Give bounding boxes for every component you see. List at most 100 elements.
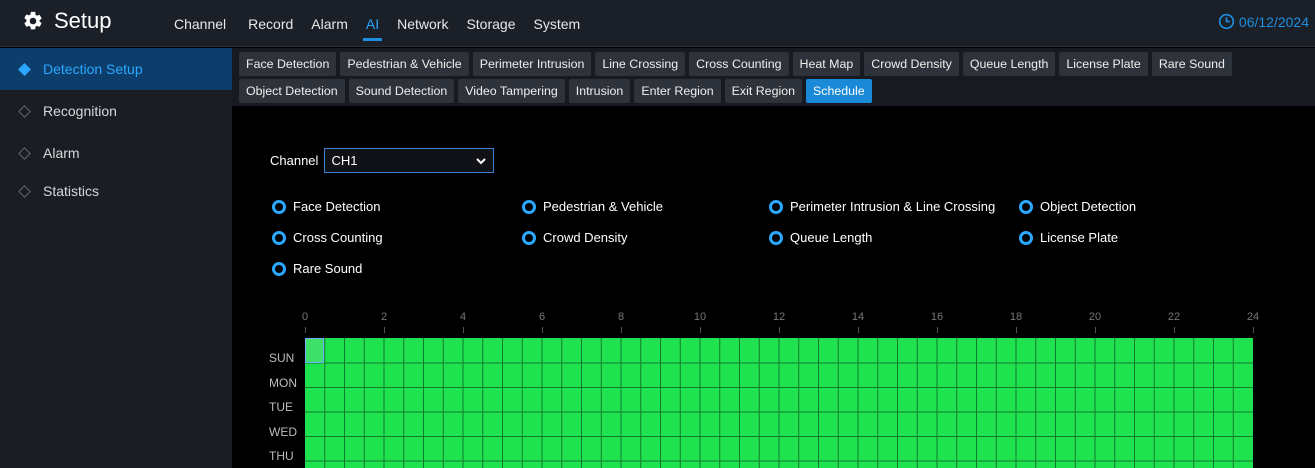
tab-perimeter-intrusion[interactable]: Perimeter Intrusion [472, 52, 592, 76]
date-display: 06/12/2024 [1218, 13, 1309, 30]
day-label-thu: THU [269, 449, 294, 463]
menu-system[interactable]: System [525, 0, 590, 47]
clock-icon [1218, 13, 1235, 30]
menu-alarm[interactable]: Alarm [302, 0, 357, 47]
radio-object-detection[interactable]: Object Detection [1019, 199, 1136, 214]
radio-label: License Plate [1040, 230, 1119, 245]
hour-tick [937, 327, 938, 333]
tab-license-plate[interactable]: License Plate [1059, 52, 1148, 76]
channel-value: CH1 [331, 153, 358, 168]
tab-enter-region[interactable]: Enter Region [634, 79, 721, 103]
tab-exit-region[interactable]: Exit Region [724, 79, 803, 103]
tab-object-detection[interactable]: Object Detection [239, 79, 345, 103]
tab-sound-detection[interactable]: Sound Detection [348, 79, 455, 103]
tab-face-detection[interactable]: Face Detection [239, 52, 337, 76]
radio-dot [769, 230, 783, 245]
radio-label: Crowd Density [543, 230, 628, 245]
diamond-icon [18, 104, 31, 118]
diamond-icon [18, 62, 31, 76]
radio-label: Perimeter Intrusion & Line Crossing [790, 199, 996, 214]
schedule-grid[interactable] [305, 338, 1253, 468]
hour-label: 14 [851, 311, 865, 323]
hour-tick [305, 327, 306, 333]
radio-face-detection[interactable]: Face Detection [272, 199, 380, 214]
selected-cell[interactable] [305, 338, 324, 363]
tab-heat-map[interactable]: Heat Map [792, 52, 861, 76]
diamond-icon [18, 184, 31, 198]
menu-channel[interactable]: Channel [165, 0, 235, 47]
tab-intrusion[interactable]: Intrusion [568, 79, 631, 103]
hour-label: 24 [1246, 311, 1260, 323]
tab-pedestrian-vehicle[interactable]: Pedestrian & Vehicle [340, 52, 469, 76]
day-label-mon: MON [269, 375, 297, 390]
radio-label: Cross Counting [293, 230, 383, 245]
schedule-panel: Channel CH1 Face Detection Pedestrian & … [232, 106, 1315, 468]
radio-label: Face Detection [293, 199, 381, 214]
hour-label: 22 [1167, 311, 1181, 323]
tab-schedule[interactable]: Schedule [806, 79, 872, 103]
hour-tick [1095, 327, 1096, 333]
channel-label: Channel [270, 153, 319, 168]
hour-tick [1253, 327, 1254, 333]
grid-lines [305, 338, 1253, 468]
radio-dot [522, 199, 536, 214]
radio-queue-length[interactable]: Queue Length [769, 230, 872, 245]
hour-label: 10 [693, 311, 707, 323]
radio-dot [1019, 230, 1033, 245]
hour-tick [1174, 327, 1175, 333]
radio-pedestrian-vehicle[interactable]: Pedestrian & Vehicle [522, 199, 663, 214]
sidebar-item-alarm[interactable]: Alarm [0, 132, 232, 174]
hour-tick [779, 327, 780, 333]
menu-storage[interactable]: Storage [457, 0, 524, 47]
tab-line-crossing[interactable]: Line Crossing [595, 52, 686, 76]
gear-icon [24, 11, 42, 30]
hour-label: 6 [538, 311, 546, 323]
top-bar: Setup Channel Record Alarm AI Network St… [0, 0, 1315, 47]
day-label-sun: SUN [269, 351, 295, 365]
sidebar-item-statistics[interactable]: Statistics [0, 170, 232, 212]
sidebar-item-recognition[interactable]: Recognition [0, 90, 232, 132]
date-text: 06/12/2024 [1238, 13, 1309, 30]
tab-cross-counting[interactable]: Cross Counting [689, 52, 789, 76]
sidebar-item-label: Alarm [43, 145, 80, 161]
menu-ai[interactable]: AI [357, 0, 388, 47]
hour-label: 12 [772, 311, 786, 323]
radio-dot [272, 261, 286, 276]
hour-label: 0 [301, 311, 309, 323]
radio-label: Rare Sound [293, 261, 363, 276]
hour-label: 16 [930, 311, 944, 323]
detection-tabs: Face Detection Pedestrian & Vehicle Peri… [232, 48, 1315, 106]
radio-label: Object Detection [1040, 199, 1137, 214]
hour-label: 18 [1009, 311, 1023, 323]
radio-dot [272, 199, 286, 214]
hour-tick [384, 327, 385, 333]
hour-label: 20 [1088, 311, 1102, 323]
day-label-wed: WED [269, 424, 297, 439]
tab-queue-length[interactable]: Queue Length [962, 52, 1056, 76]
day-label-tue: TUE [269, 400, 293, 414]
tab-crowd-density[interactable]: Crowd Density [864, 52, 959, 76]
menu-network[interactable]: Network [388, 0, 457, 47]
channel-select[interactable]: CH1 [324, 148, 495, 173]
sidebar-item-detection-setup[interactable]: Detection Setup [0, 48, 232, 90]
radio-crowd-density[interactable]: Crowd Density [522, 230, 628, 245]
hour-tick [1016, 327, 1017, 333]
setup-logo: Setup [22, 8, 112, 34]
sidebar-item-label: Statistics [43, 183, 100, 199]
hour-tick [858, 327, 859, 333]
radio-rare-sound[interactable]: Rare Sound [272, 261, 362, 276]
radio-dot [272, 230, 286, 245]
tab-video-tampering[interactable]: Video Tampering [458, 79, 565, 103]
chevron-down-icon [476, 157, 487, 164]
tab-rare-sound[interactable]: Rare Sound [1151, 52, 1232, 76]
hour-label: 4 [459, 311, 467, 323]
radio-license-plate[interactable]: License Plate [1019, 230, 1118, 245]
radio-dot [522, 230, 536, 245]
menu-record[interactable]: Record [239, 0, 302, 47]
radio-label: Queue Length [790, 230, 873, 245]
radio-cross-counting[interactable]: Cross Counting [272, 230, 383, 245]
hour-label: 8 [617, 311, 625, 323]
hour-label: 2 [380, 311, 388, 323]
radio-perimeter-line-crossing[interactable]: Perimeter Intrusion & Line Crossing [769, 199, 995, 214]
sidebar: Detection Setup Recognition Alarm Statis… [0, 48, 232, 468]
